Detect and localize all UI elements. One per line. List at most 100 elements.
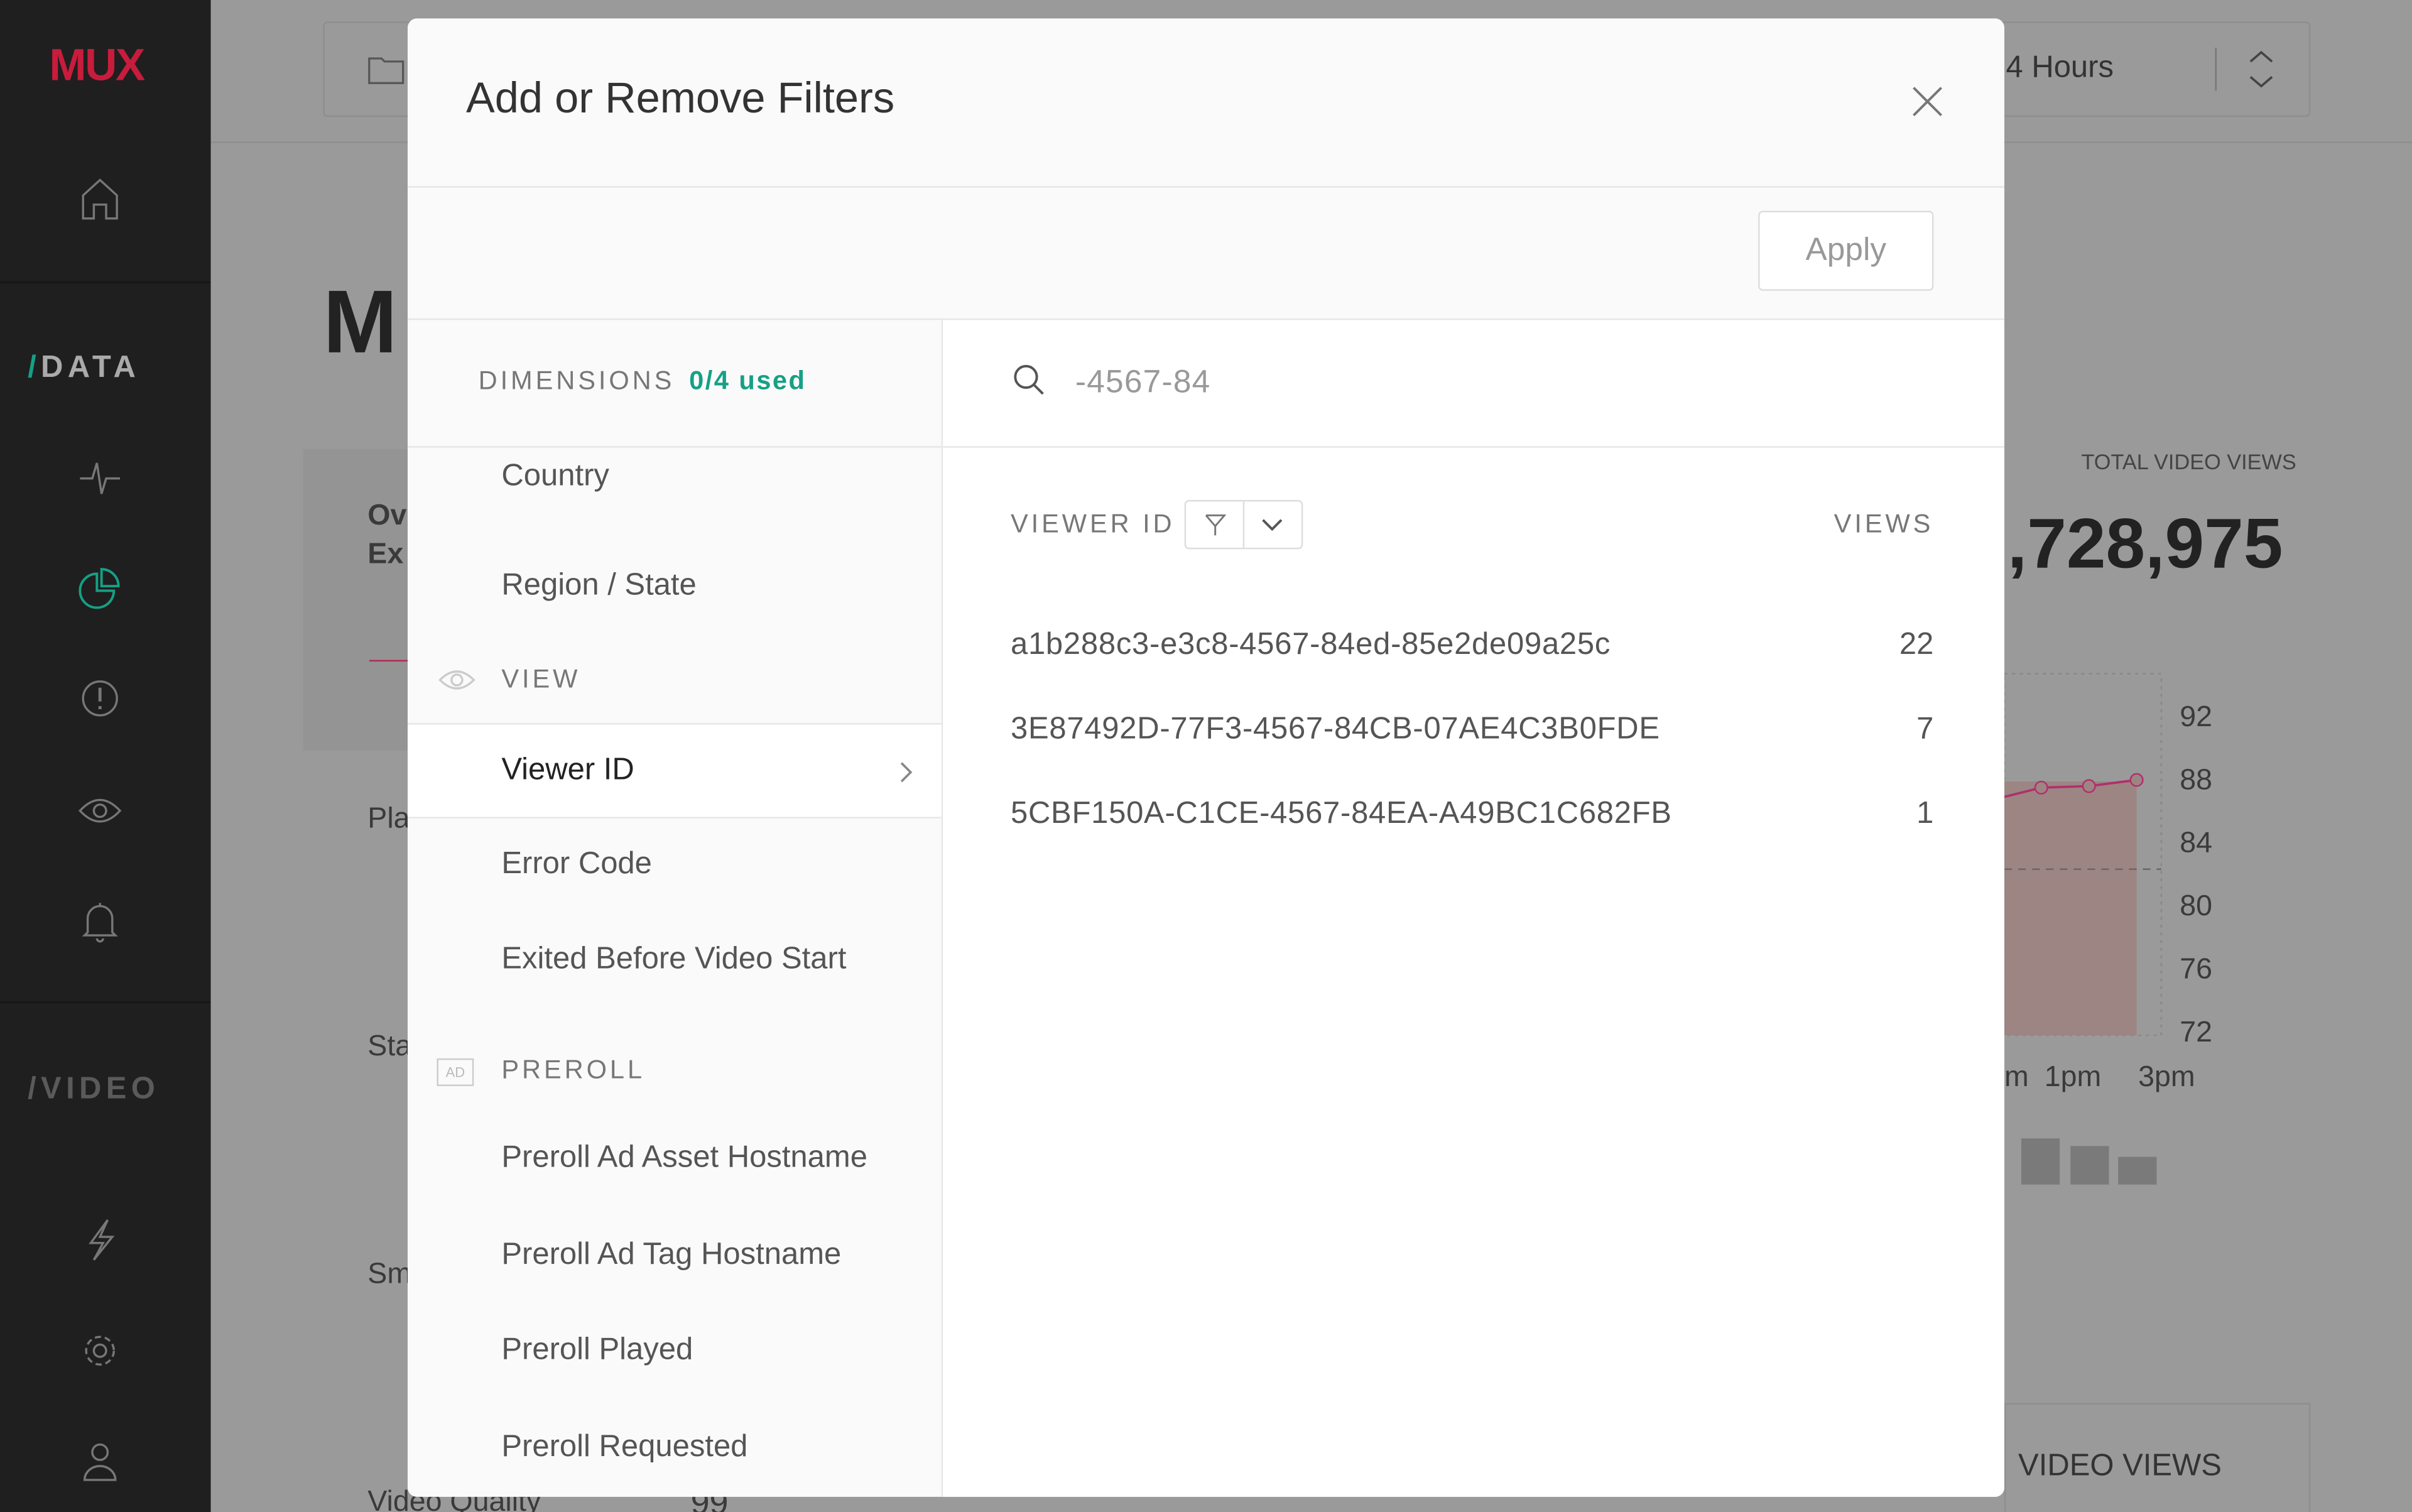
page-title: M [323, 272, 398, 373]
y-tick: 76 [2180, 954, 2212, 986]
sort-arrows-icon [2249, 50, 2273, 88]
card-label: Pla [367, 803, 410, 835]
chart-point [2034, 780, 2048, 795]
card-label: Sm [367, 1258, 412, 1291]
item-label: Preroll Played [501, 1333, 693, 1367]
sidebar: MUX /DATA /VIDEO [0, 0, 211, 1512]
section-label: VIDEO [41, 1072, 160, 1106]
table-row[interactable]: 5CBF150A-C1CE-4567-84EA-A49BC1C682FB 1 [1011, 785, 1933, 846]
card-label: Ex [367, 538, 404, 571]
lightning-icon[interactable] [74, 1214, 126, 1266]
dimensions-header: DIMENSIONS 0/4 used [407, 320, 942, 448]
gear-icon[interactable] [74, 1325, 126, 1377]
column-viewer-id: VIEWER ID [1010, 509, 1175, 539]
dimension-item-error-code[interactable]: Error Code [408, 819, 942, 911]
dimension-item-region[interactable]: Region / State [408, 540, 942, 633]
video-views-label: VIDEO VIEWS [2018, 1449, 2222, 1483]
column-filter-controls [1184, 499, 1303, 550]
y-tick: 80 [2180, 890, 2212, 923]
item-label: Region / State [501, 568, 697, 602]
dimension-item-preroll-requested[interactable]: Preroll Requested [408, 1401, 942, 1494]
table-row[interactable]: 3E87492D-77F3-4567-84CB-07AE4C3B0FDE 7 [1011, 700, 1933, 761]
y-tick: 88 [2180, 764, 2212, 797]
chevron-right-icon [900, 762, 913, 783]
y-tick: 72 [2180, 1016, 2212, 1050]
chart-area [2004, 781, 2137, 1036]
divider [0, 281, 211, 283]
home-icon[interactable] [74, 172, 126, 224]
section-label: PREROLL [501, 1055, 646, 1085]
search-icon [1014, 364, 1044, 395]
eye-icon[interactable] [74, 785, 126, 837]
slash: / [28, 1072, 41, 1106]
card-label: Sta [367, 1030, 412, 1063]
logo-text: MUX [49, 41, 145, 91]
dimension-item-preroll-tag-hostname[interactable]: Preroll Ad Tag Hostname [408, 1209, 942, 1302]
modal-header: Add or Remove Filters [407, 18, 2005, 188]
close-icon[interactable] [1909, 83, 1946, 120]
x-tick: m [2004, 1061, 2029, 1094]
item-label: Exited Before Video Start [501, 942, 847, 976]
folder-icon [368, 57, 405, 84]
bell-icon[interactable] [74, 895, 126, 947]
eye-icon [438, 670, 475, 690]
section-label: DATA [41, 351, 141, 385]
dimension-item-viewer-id[interactable]: Viewer ID [407, 723, 942, 819]
y-tick: 92 [2180, 701, 2212, 734]
modal-title: Add or Remove Filters [466, 73, 895, 122]
views-count: 22 [1899, 628, 1934, 662]
time-range-value: 4 Hours [2006, 50, 2114, 85]
pulse-icon[interactable] [74, 451, 126, 503]
alert-icon[interactable] [74, 672, 126, 724]
dimensions-used-count: 0/4 used [689, 366, 807, 396]
divider [2215, 47, 2217, 91]
chart-point [2129, 773, 2144, 787]
histogram-bar [2118, 1156, 2157, 1185]
section-view: VIEW [408, 649, 942, 710]
mux-logo[interactable]: MUX [49, 41, 145, 92]
filters-modal: Add or Remove Filters Apply DIMENSIONS 0… [407, 18, 2005, 1497]
dimensions-label: DIMENSIONS [478, 366, 675, 396]
search-bar [943, 320, 2005, 448]
total-views-value: ,728,975 [2007, 503, 2283, 584]
item-label: Error Code [501, 847, 652, 881]
pie-chart-icon[interactable] [74, 562, 126, 614]
column-views: VIEWS [1833, 509, 1934, 539]
y-tick: 84 [2180, 827, 2212, 860]
sidebar-section-video[interactable]: /VIDEO [28, 1072, 160, 1107]
dimension-item-country[interactable]: Country [408, 446, 942, 508]
viewer-id: a1b288c3-e3c8-4567-84ed-85e2de09a25c [1010, 628, 1611, 662]
table-row[interactable]: a1b288c3-e3c8-4567-84ed-85e2de09a25c 22 [1011, 616, 1933, 677]
item-label: Preroll Ad Asset Hostname [501, 1140, 867, 1175]
item-label: Preroll Ad Tag Hostname [501, 1237, 842, 1272]
viewer-id: 5CBF150A-C1CE-4567-84EA-A49BC1C682FB [1010, 797, 1672, 831]
dimension-item-preroll-played[interactable]: Preroll Played [408, 1305, 942, 1397]
item-label: Viewer ID [501, 753, 634, 787]
item-label: Preroll Requested [501, 1430, 748, 1464]
search-input[interactable] [1072, 351, 1940, 416]
apply-button[interactable]: Apply [1758, 210, 1934, 291]
column-header: VIEWER ID VIEWS [1010, 499, 1934, 550]
histogram-bar [2021, 1138, 2060, 1185]
dimension-item-exited-before-start[interactable]: Exited Before Video Start [408, 914, 942, 1006]
histogram-bar [2070, 1146, 2109, 1185]
divider [0, 1001, 211, 1003]
views-count: 1 [1916, 797, 1934, 831]
app: 4 Hours M Ov Ex Pla Sta Sm Video Quality… [0, 0, 2412, 1512]
section-label: VIEW [501, 664, 581, 694]
chevron-down-icon [1262, 519, 1283, 531]
item-label: Country [501, 459, 609, 493]
dimension-item-preroll-asset-hostname[interactable]: Preroll Ad Asset Hostname [408, 1112, 942, 1205]
x-tick: 3pm [2138, 1061, 2195, 1094]
slash: / [28, 351, 41, 385]
values-panel: VIEWER ID VIEWS a1b288c3-e3c8-4567-84ed-… [943, 320, 2005, 1497]
total-views-label: TOTAL VIDEO VIEWS [2081, 449, 2296, 474]
filter-button[interactable] [1186, 501, 1245, 548]
filter-icon [1205, 514, 1226, 536]
modal-toolbar: Apply [407, 188, 2005, 320]
dimensions-panel: DIMENSIONS 0/4 used Country Region / Sta… [407, 320, 943, 1497]
sort-dropdown-button[interactable] [1244, 501, 1301, 547]
user-icon[interactable] [74, 1435, 126, 1488]
views-count: 7 [1916, 712, 1934, 746]
sidebar-section-data[interactable]: /DATA [28, 351, 140, 386]
